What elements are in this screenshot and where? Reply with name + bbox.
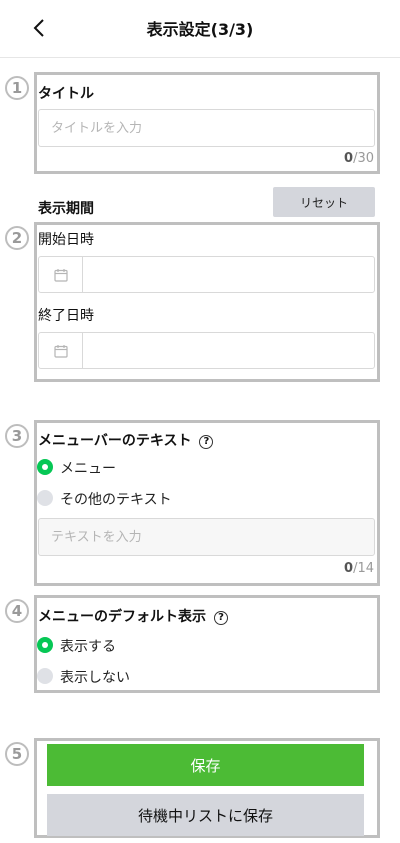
marker-5: 5 xyxy=(5,742,29,766)
default-display-heading: メニューのデフォルト表示? xyxy=(38,606,228,626)
default-display-label: メニューのデフォルト表示 xyxy=(38,609,206,625)
save-to-standby-button[interactable]: 待機中リストに保存 xyxy=(47,794,364,836)
title-counter: 0/30 xyxy=(300,151,374,166)
menubar-text-input[interactable] xyxy=(38,518,375,556)
marker-4: 4 xyxy=(5,599,29,623)
end-datetime-field[interactable] xyxy=(38,332,375,369)
marker-3: 3 xyxy=(5,424,29,448)
radio-hide-label[interactable]: 表示しない xyxy=(60,667,130,687)
save-button[interactable]: 保存 xyxy=(47,744,364,786)
menubar-text-max: /14 xyxy=(353,561,374,576)
start-calendar-button[interactable] xyxy=(39,257,83,292)
radio-hide[interactable] xyxy=(37,668,53,684)
calendar-icon xyxy=(54,269,68,282)
title-label: タイトル xyxy=(38,86,94,102)
marker-2: 2 xyxy=(5,226,29,250)
title-max: /30 xyxy=(353,151,374,166)
radio-show-label[interactable]: 表示する xyxy=(60,636,116,656)
period-label: 表示期間 xyxy=(38,201,94,217)
menubar-text-counter: 0/14 xyxy=(300,561,374,576)
radio-menu-label[interactable]: メニュー xyxy=(60,458,116,478)
marker-1: 1 xyxy=(5,76,29,100)
reset-button[interactable]: リセット xyxy=(273,187,375,217)
help-icon[interactable]: ? xyxy=(199,435,214,449)
title-count: 0 xyxy=(344,151,354,166)
calendar-icon xyxy=(54,345,68,358)
title-input[interactable] xyxy=(38,109,375,147)
radio-other-text-label[interactable]: その他のテキスト xyxy=(60,489,172,509)
help-icon[interactable]: ? xyxy=(214,611,228,625)
menubar-text-heading: メニューバーのテキスト? xyxy=(38,430,214,450)
radio-other-text[interactable] xyxy=(37,490,53,506)
page-title: 表示設定(3/3) xyxy=(146,20,254,39)
radio-menu[interactable] xyxy=(37,459,53,475)
start-datetime-field[interactable] xyxy=(38,256,375,293)
menubar-text-count: 0 xyxy=(344,561,354,576)
header: 表示設定(3/3) xyxy=(0,0,400,58)
radio-show[interactable] xyxy=(37,637,53,653)
menubar-text-label: メニューバーのテキスト xyxy=(38,433,192,449)
end-calendar-button[interactable] xyxy=(39,333,83,368)
end-datetime-label: 終了日時 xyxy=(38,308,94,324)
start-datetime-label: 開始日時 xyxy=(38,232,94,248)
